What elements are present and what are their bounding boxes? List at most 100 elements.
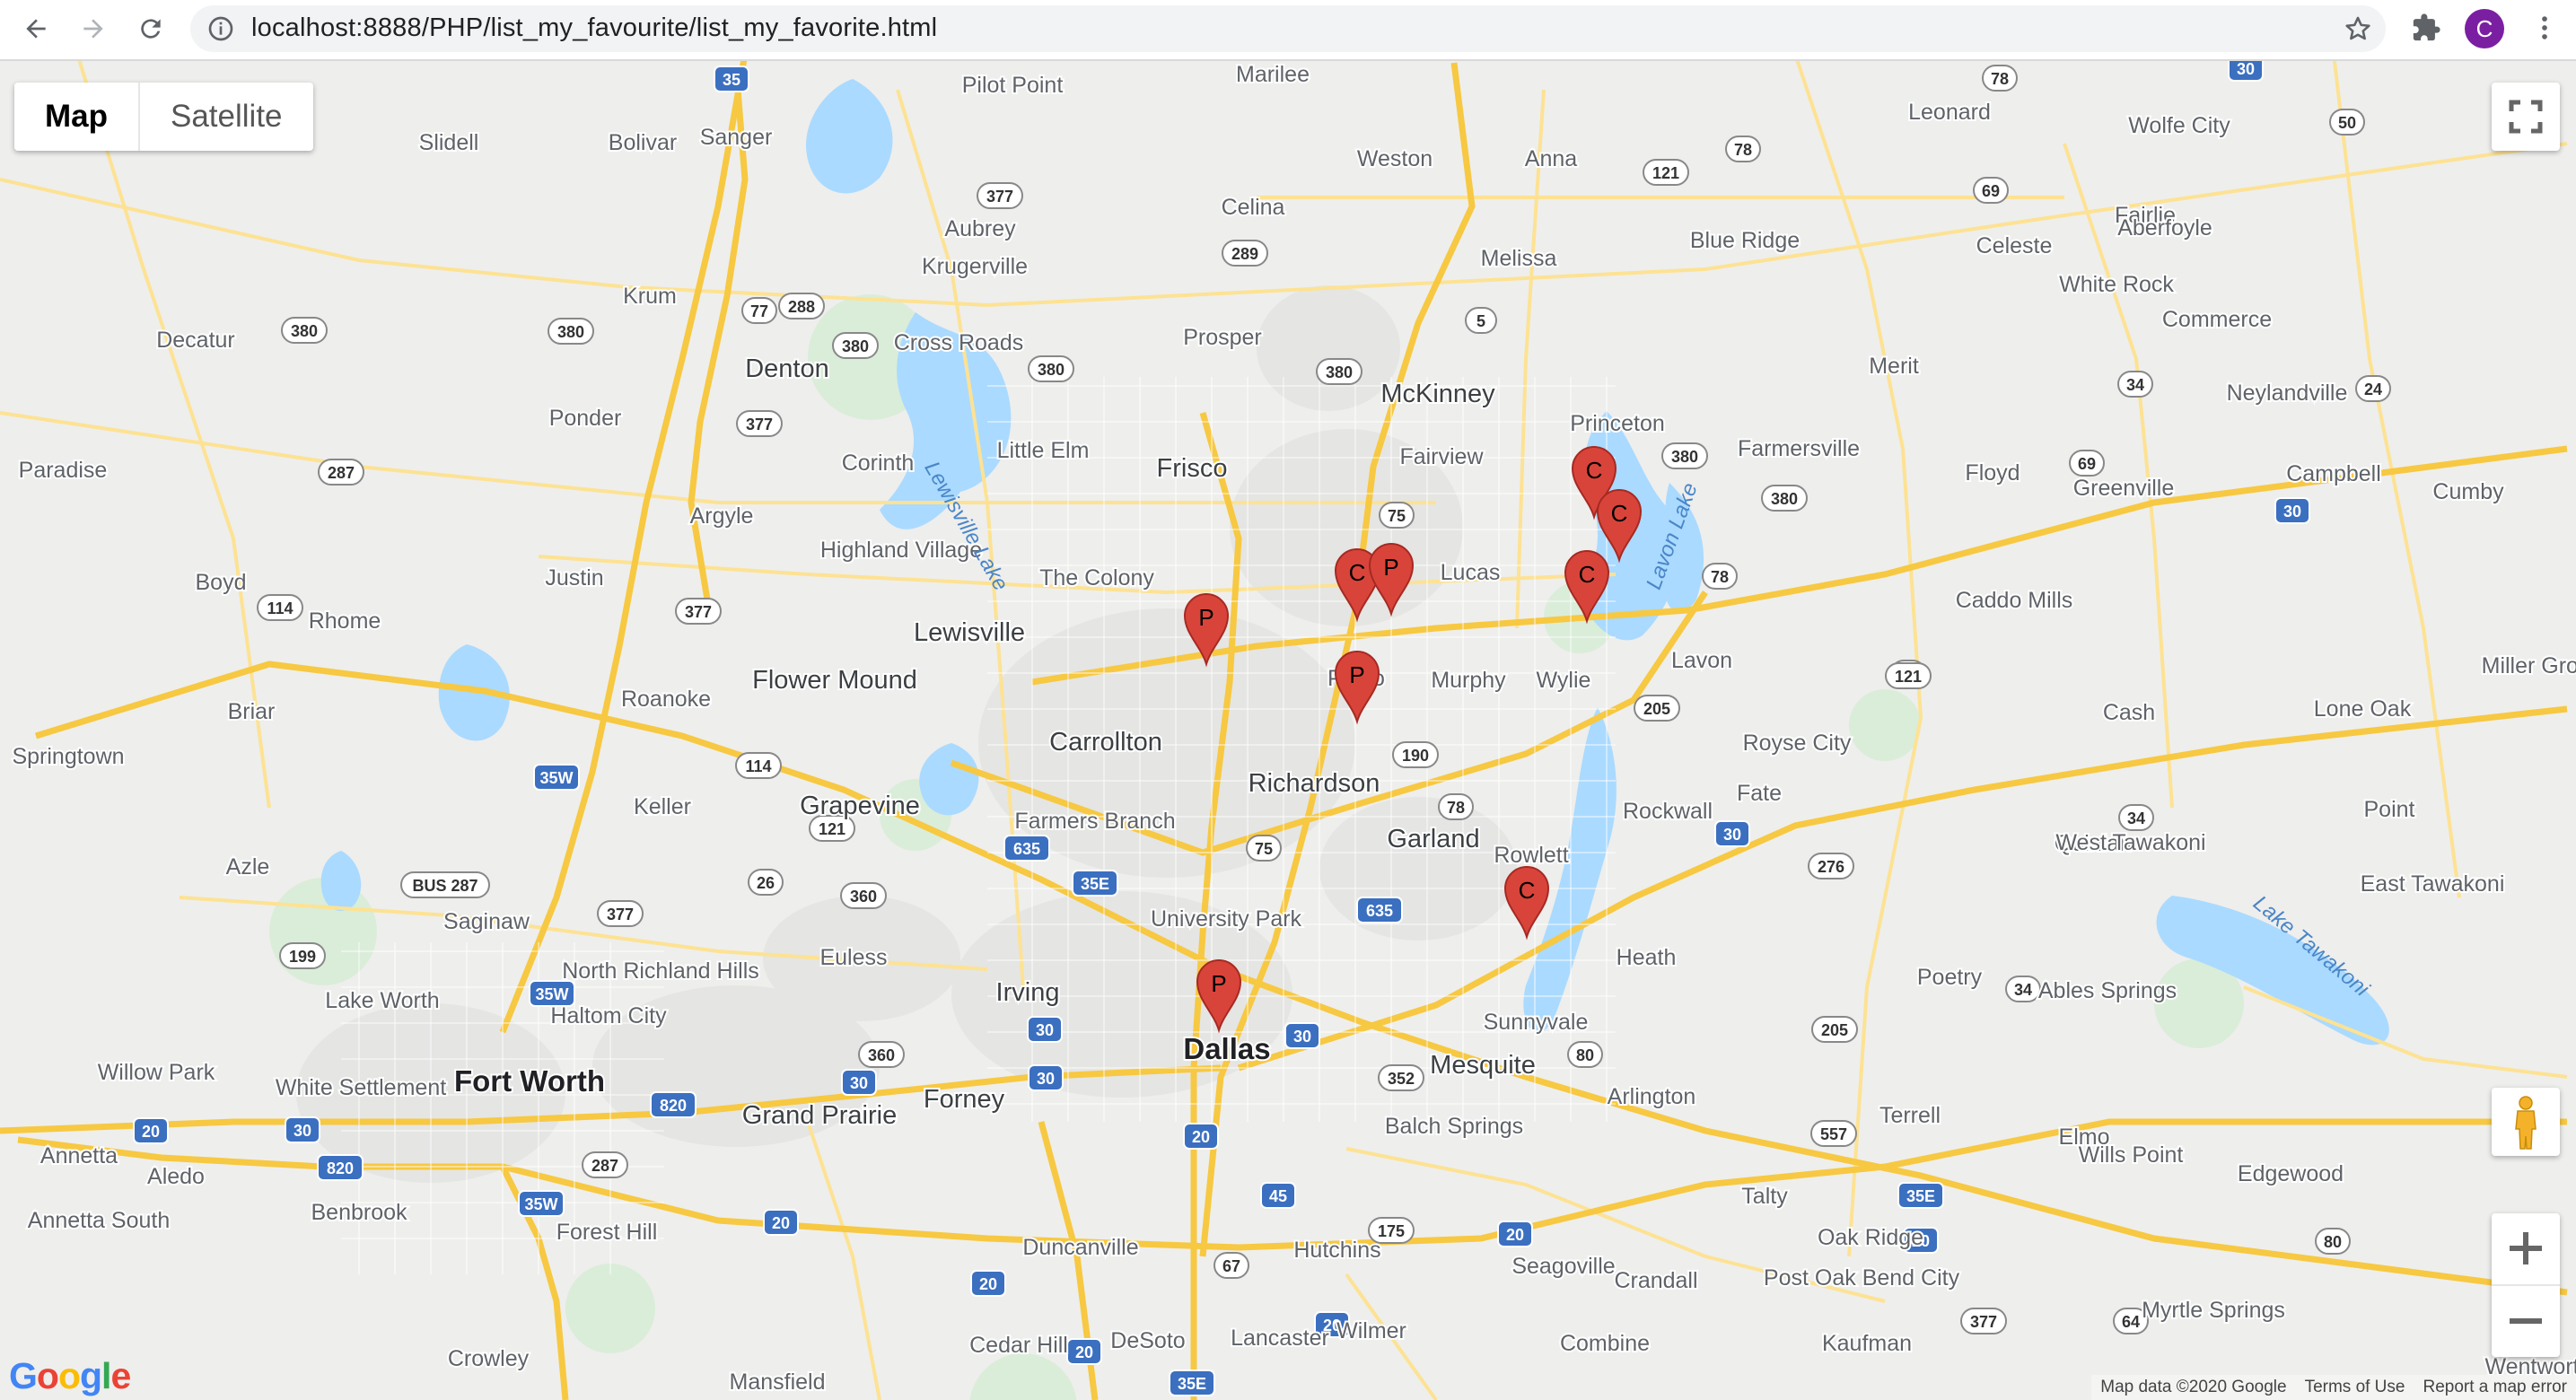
extensions-puzzle-icon[interactable] bbox=[2411, 13, 2441, 43]
place-label: Merit bbox=[1869, 354, 1919, 379]
place-label: Euless bbox=[819, 945, 887, 970]
highway-shield-label: 35W bbox=[535, 985, 568, 1003]
place-label: Lone Oak bbox=[2314, 696, 2412, 722]
place-label: Farmers Branch bbox=[1014, 809, 1175, 834]
place-label: Anna bbox=[1525, 146, 1577, 171]
urban-area bbox=[1257, 285, 1400, 411]
place-label: Floyd bbox=[1965, 460, 2020, 486]
highway-shield-label: 175 bbox=[1378, 1222, 1405, 1240]
google-logo-letter: e bbox=[110, 1355, 131, 1396]
place-label: Talty bbox=[1741, 1184, 1788, 1209]
highway-shield-label: 69 bbox=[1982, 182, 2000, 200]
place-label: Forney bbox=[924, 1085, 1005, 1114]
place-label: Paradise bbox=[19, 458, 108, 483]
place-label: Celina bbox=[1222, 195, 1285, 220]
highway-shield-label: 114 bbox=[745, 757, 771, 775]
place-label: Grapevine bbox=[800, 792, 920, 820]
highway-shield-label: 20 bbox=[979, 1275, 997, 1293]
address-bar[interactable]: localhost:8888/PHP/list_my_favourite/lis… bbox=[190, 5, 2386, 52]
place-label: Willow Park bbox=[98, 1060, 215, 1085]
highway-shield-label: 377 bbox=[1970, 1313, 1997, 1331]
highway-shield-label: 30 bbox=[1293, 1028, 1311, 1046]
highway-shield-label: 30 bbox=[850, 1074, 868, 1092]
place-label: Greenville bbox=[2073, 476, 2175, 501]
place-label: Miller Grove bbox=[2482, 653, 2576, 678]
place-label: Combine bbox=[1560, 1331, 1650, 1356]
highway-shield-label: 360 bbox=[868, 1046, 895, 1064]
back-button[interactable] bbox=[13, 5, 59, 52]
marker-label: P bbox=[1349, 661, 1364, 688]
place-label: Marilee bbox=[1236, 62, 1310, 87]
forward-button[interactable] bbox=[70, 5, 117, 52]
bookmark-star-icon[interactable] bbox=[2343, 13, 2373, 44]
place-label: Aledo bbox=[147, 1164, 205, 1189]
place-label: Balch Springs bbox=[1385, 1114, 1523, 1139]
profile-avatar[interactable]: C bbox=[2465, 9, 2504, 48]
google-map[interactable]: 35 78 30 50 377 121 78 289 69 77 288 380 380 380 380 38… bbox=[0, 61, 2576, 1400]
highway-shield-label: 20 bbox=[772, 1214, 790, 1232]
place-label: Rhome bbox=[309, 608, 381, 634]
highway-shield-label: 34 bbox=[2126, 376, 2144, 394]
forward-arrow-icon bbox=[83, 19, 103, 39]
highway-shield-label: 377 bbox=[685, 603, 712, 621]
marker-label: C bbox=[1611, 500, 1628, 527]
plus-icon bbox=[2510, 1232, 2542, 1264]
highway-shield-label: 30 bbox=[2283, 503, 2301, 521]
kebab-menu-icon[interactable] bbox=[2529, 13, 2560, 43]
place-label: Lewisville bbox=[914, 618, 1025, 647]
marker-label: P bbox=[1383, 554, 1398, 581]
highway-shield-label: 380 bbox=[1671, 448, 1698, 466]
highway-shield-label: 75 bbox=[1388, 507, 1406, 525]
map-type-map-button[interactable]: Map bbox=[14, 83, 140, 151]
place-label: Azle bbox=[226, 854, 270, 879]
google-logo[interactable]: Google bbox=[9, 1355, 131, 1397]
reload-icon bbox=[141, 19, 161, 39]
terms-of-use-link[interactable]: Terms of Use bbox=[2296, 1375, 2414, 1400]
place-label: Poetry bbox=[1917, 965, 1983, 990]
google-logo-letter: o bbox=[36, 1355, 59, 1396]
highway-shield-label: 30 bbox=[294, 1122, 311, 1140]
highway-shield-label: 35E bbox=[1178, 1375, 1206, 1393]
back-arrow-icon bbox=[26, 19, 46, 39]
place-label: Annetta bbox=[40, 1143, 118, 1168]
place-label: University Park bbox=[1151, 906, 1302, 932]
map-type-satellite-button[interactable]: Satellite bbox=[140, 83, 313, 151]
place-label: Cedar Hill bbox=[969, 1333, 1068, 1358]
browser-toolbar: localhost:8888/PHP/list_my_favourite/lis… bbox=[0, 0, 2576, 61]
highway-shield-label: 78 bbox=[1711, 568, 1729, 586]
report-map-error-link[interactable]: Report a map error bbox=[2414, 1375, 2576, 1400]
highway-shield-label: 20 bbox=[1506, 1226, 1524, 1244]
street-view-pegman[interactable] bbox=[2492, 1088, 2560, 1156]
zoom-in-button[interactable] bbox=[2492, 1213, 2560, 1286]
place-label: Flower Mound bbox=[752, 666, 917, 695]
place-label: Ables Springs bbox=[2038, 978, 2177, 1003]
highway-shield-label: 114 bbox=[267, 599, 293, 617]
fullscreen-button[interactable] bbox=[2492, 83, 2560, 151]
zoom-out-button[interactable] bbox=[2492, 1285, 2560, 1356]
place-label: Keller bbox=[634, 794, 691, 819]
place-label: Caddo Mills bbox=[1956, 588, 2073, 613]
map-canvas[interactable]: 35 78 30 50 377 121 78 289 69 77 288 380 380 380 380 38… bbox=[0, 61, 2576, 1400]
highway-shield-label: 820 bbox=[660, 1097, 687, 1115]
place-label: Dallas bbox=[1183, 1032, 1270, 1065]
highway-shield-label: 26 bbox=[757, 874, 775, 892]
highway-shield-label: 20 bbox=[1075, 1343, 1093, 1361]
place-label: Lucas bbox=[1441, 560, 1501, 585]
place-label: Lancaster bbox=[1231, 1326, 1329, 1351]
highway-shield-label: 820 bbox=[327, 1159, 354, 1177]
place-label: Aberfoyle bbox=[2117, 215, 2212, 241]
place-label: Terrell bbox=[1879, 1103, 1941, 1128]
highway-shield-label: 121 bbox=[1895, 668, 1922, 686]
highway-shield-label: 34 bbox=[2127, 809, 2145, 827]
place-label: Crowley bbox=[448, 1346, 530, 1371]
reload-button[interactable] bbox=[127, 5, 174, 52]
highway-shield-label: 75 bbox=[1255, 840, 1273, 858]
info-icon bbox=[208, 16, 233, 41]
place-label: Cash bbox=[2103, 700, 2155, 725]
highway-shield-label: 35W bbox=[539, 769, 573, 787]
highway-shield-label: 78 bbox=[1991, 70, 2009, 88]
place-label: Mansfield bbox=[730, 1369, 826, 1395]
place-label: Lavon bbox=[1671, 648, 1732, 673]
google-logo-letter: G bbox=[9, 1355, 38, 1396]
place-label: Garland bbox=[1387, 825, 1479, 853]
